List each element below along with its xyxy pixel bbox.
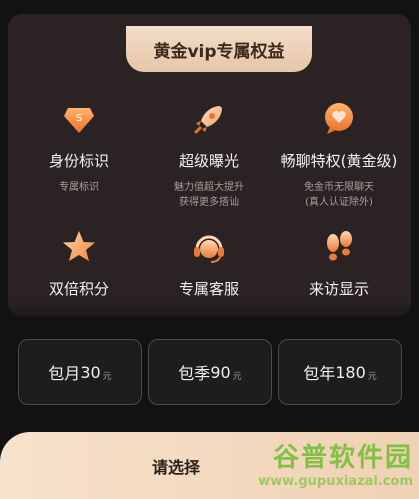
- plan-price: 90: [210, 362, 231, 382]
- panel-header: 黄金vip专属权益: [126, 26, 312, 72]
- plan-name: 包季: [178, 364, 211, 383]
- headset-icon: [194, 235, 224, 263]
- benefit-desc: 专属标识: [59, 182, 99, 193]
- plan-price: 30: [80, 362, 101, 382]
- svg-text:S: S: [76, 113, 82, 124]
- watermark: 谷普软件园 www.gupuxiazai.com: [258, 437, 413, 489]
- star-icon: [63, 231, 95, 261]
- badge-s-icon: S: [64, 108, 94, 133]
- vip-benefits-panel: 黄金vip专属权益 S 身份标识 专属标识 超级曝光 魅力值超大提升 获得更多搭…: [8, 14, 411, 317]
- scroll-fade: [0, 300, 419, 330]
- benefit-title: 身份标识: [48, 152, 109, 170]
- plan-unit: 元: [367, 371, 377, 382]
- plan-name: 包年: [303, 364, 336, 383]
- panel-title: 黄金vip专属权益: [153, 41, 285, 62]
- cta-label: 请选择: [152, 457, 201, 477]
- watermark-url: www.gupuxiazai.com: [258, 474, 413, 489]
- benefit-title: 来访显示: [308, 280, 369, 298]
- plan-unit: 元: [102, 371, 112, 382]
- benefit-title: 专属客服: [178, 280, 239, 298]
- plan-quarterly-button[interactable]: 包季 90 元: [148, 339, 272, 405]
- benefit-title: 双倍积分: [48, 280, 109, 298]
- footprints-icon: [327, 231, 352, 261]
- heart-chat-icon: [325, 103, 353, 134]
- plan-monthly-button[interactable]: 包月 30 元: [18, 339, 142, 405]
- benefit-desc: 魅力值超大提升 获得更多搭讪: [174, 182, 244, 208]
- benefit-title: 畅聊特权(黄金级): [280, 152, 398, 170]
- benefit-title: 超级曝光: [178, 152, 239, 170]
- rocket-icon: [194, 106, 222, 134]
- plan-name: 包月: [48, 364, 81, 383]
- plan-price: 180: [335, 362, 366, 382]
- plan-unit: 元: [232, 371, 242, 382]
- benefit-identity[interactable]: S 身份标识 专属标识: [16, 100, 142, 230]
- benefit-chat[interactable]: 畅聊特权(黄金级) 免金币无限聊天 (真人认证除外): [276, 100, 402, 230]
- plan-options: 包月 30 元 包季 90 元 包年 180 元: [18, 339, 402, 405]
- benefit-exposure[interactable]: 超级曝光 魅力值超大提升 获得更多搭讪: [146, 100, 272, 230]
- plan-yearly-button[interactable]: 包年 180 元: [278, 339, 402, 405]
- benefit-desc: 免金币无限聊天 (真人认证除外): [304, 182, 374, 208]
- watermark-brand: 谷普软件园: [272, 443, 413, 473]
